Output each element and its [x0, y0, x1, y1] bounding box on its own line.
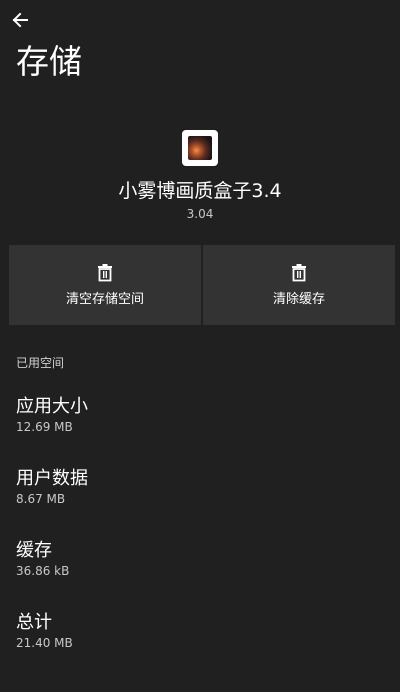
clear-cache-button[interactable]: 清除缓存: [203, 245, 395, 325]
arrow-left-icon: [12, 12, 28, 28]
storage-item-value: 36.86 kB: [16, 564, 70, 578]
app-version: 3.04: [186, 207, 214, 221]
storage-item-total: 总计 21.40 MB: [16, 611, 386, 651]
storage-item-title: 应用大小: [16, 396, 88, 417]
top-app-bar: [0, 0, 400, 40]
action-buttons: 清空存储空间 清除缓存: [9, 245, 395, 325]
clear-storage-label: 清空存储空间: [65, 292, 144, 307]
storage-item-title: 总计: [16, 612, 52, 633]
page-title: 存储: [16, 42, 82, 81]
trash-icon: [289, 263, 309, 283]
storage-item-app-size: 应用大小 12.69 MB: [16, 395, 386, 435]
trash-icon: [95, 263, 115, 283]
app-name: 小雾博画质盒子3.4: [118, 180, 282, 202]
storage-item-value: 8.67 MB: [16, 492, 66, 506]
section-header-used-space: 已用空间: [16, 356, 65, 370]
app-icon: [182, 130, 218, 166]
back-button[interactable]: [6, 6, 34, 34]
storage-item-value: 12.69 MB: [16, 420, 73, 434]
clear-storage-button[interactable]: 清空存储空间: [9, 245, 201, 325]
storage-item-value: 21.40 MB: [16, 636, 73, 650]
storage-item-title: 缓存: [16, 540, 52, 561]
app-icon-image: [188, 136, 212, 160]
clear-cache-label: 清除缓存: [272, 292, 325, 307]
storage-item-title: 用户数据: [16, 468, 88, 489]
storage-item-cache: 缓存 36.86 kB: [16, 539, 386, 579]
storage-item-user-data: 用户数据 8.67 MB: [16, 467, 386, 507]
